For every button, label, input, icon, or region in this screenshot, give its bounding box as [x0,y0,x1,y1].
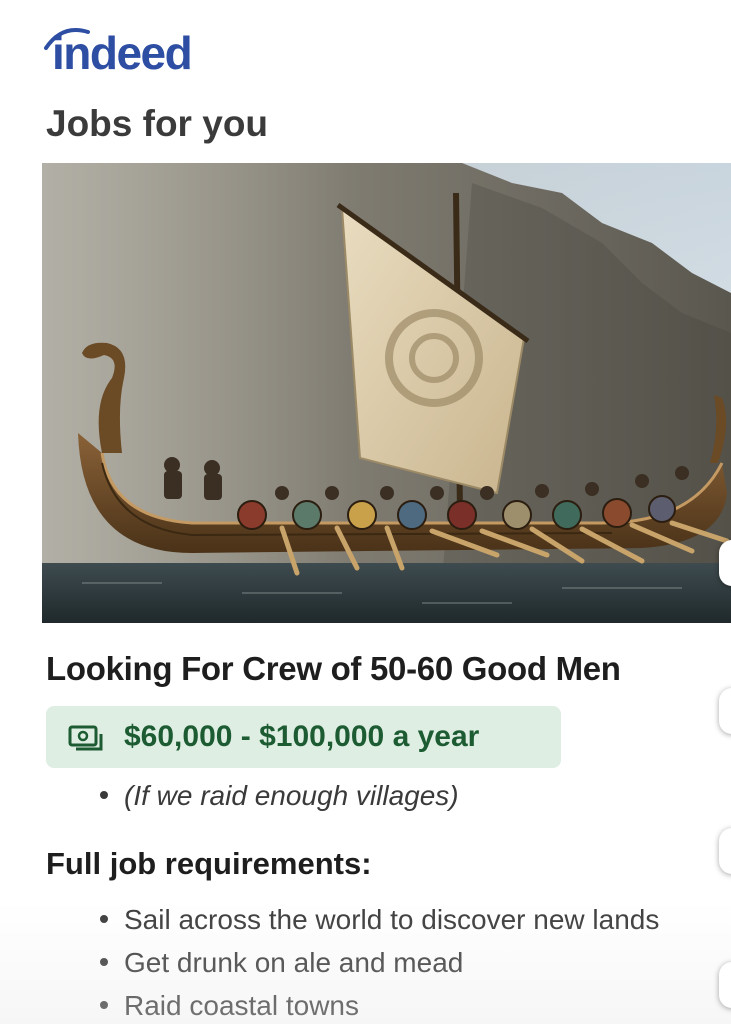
longship-illustration [42,163,731,623]
requirements-list: Sail across the world to discover new la… [100,898,659,1024]
bullet-icon [100,914,108,923]
job-page: indeed Jobs for you Looking For Crew of … [0,0,731,1024]
requirement-text: Raid coastal towns [124,990,360,1021]
bullet-icon [100,1000,108,1009]
salary-range: $60,000 - $100,000 a year [124,720,480,753]
job-title[interactable]: Looking For Crew of 50-60 Good Men [46,650,621,688]
list-item: Raid coastal towns [100,984,659,1024]
requirement-text: Sail across the world to discover new la… [124,904,660,935]
requirement-text: Get drunk on ale and mead [124,947,464,978]
bullet-icon [100,957,108,966]
scroll-handle[interactable] [719,688,731,734]
salary-note: (If we raid enough villages) [100,780,459,812]
salary-badge: $60,000 - $100,000 a year [46,706,561,768]
job-hero-image[interactable] [42,163,731,623]
requirements-title: Full job requirements: [46,846,372,881]
logo-text: indeed [52,27,193,79]
money-icon [68,725,103,751]
list-item: Get drunk on ale and mead [100,941,659,984]
bullet-icon [100,790,108,799]
list-item: Sail across the world to discover new la… [100,898,659,941]
indeed-logo[interactable]: indeed [44,26,224,80]
salary-note-text: (If we raid enough villages) [124,780,459,811]
section-title: Jobs for you [46,103,269,144]
scroll-handle[interactable] [719,828,731,874]
scroll-handle[interactable] [719,962,731,1008]
scroll-handle[interactable] [719,540,731,586]
